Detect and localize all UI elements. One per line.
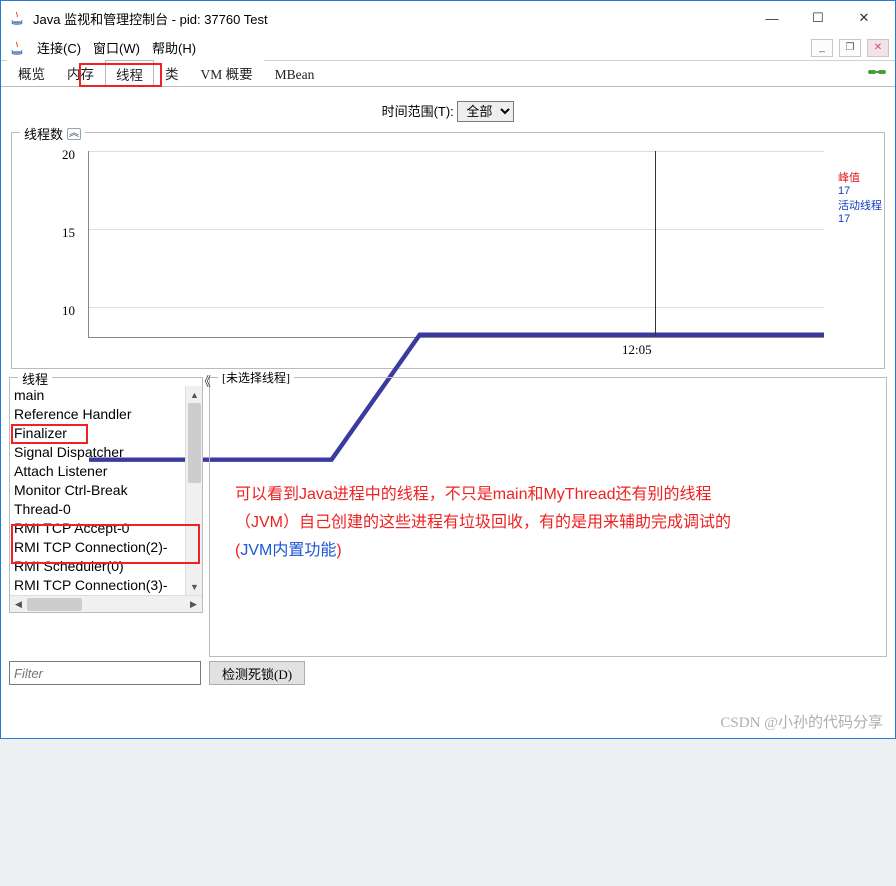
java-icon xyxy=(9,10,25,26)
collapse-left-icon[interactable]: 《 xyxy=(198,371,211,390)
list-item[interactable]: Attach Listener xyxy=(12,462,183,481)
list-item[interactable]: RMI TCP Connection(3)- xyxy=(12,576,183,595)
thread-count-panel: 线程数 ︽ 20 15 10 12:05 峰值 xyxy=(11,132,885,369)
horizontal-scrollbar[interactable]: ◀ ▶ xyxy=(10,595,202,612)
time-range-label: 时间范围(T): xyxy=(382,104,454,119)
menu-window[interactable]: 窗口(W) xyxy=(87,36,146,59)
window-title: Java 监视和管理控制台 - pid: 37760 Test xyxy=(33,9,749,28)
mdi-controls: _ ❐ ✕ xyxy=(811,39,889,57)
tab-mbeans[interactable]: MBean xyxy=(264,63,326,86)
time-range-row: 时间范围(T): 全部 xyxy=(9,101,887,122)
legend-peak-value: 17 xyxy=(838,185,882,197)
annotation-box xyxy=(79,63,162,87)
mdi-restore-button[interactable]: ❐ xyxy=(839,39,861,57)
mdi-close-button[interactable]: ✕ xyxy=(867,39,889,57)
ytick: 10 xyxy=(62,303,75,319)
watermark: CSDN @小孙的代码分享 xyxy=(720,711,883,732)
tab-overview[interactable]: 概览 xyxy=(7,59,56,86)
content-area: 时间范围(T): 全部 线程数 ︽ 20 15 10 xyxy=(1,87,895,693)
mdi-minimize-button[interactable]: _ xyxy=(811,39,833,57)
scroll-down-icon[interactable]: ▼ xyxy=(186,578,202,595)
menubar: 连接(C) 窗口(W) 帮助(H) _ ❐ ✕ xyxy=(1,35,895,61)
annotation-text: 可以看到Java进程中的线程，不只是main和MyThread还有别的线程 （J… xyxy=(235,481,875,565)
chart-plot-area[interactable] xyxy=(88,151,824,338)
close-button[interactable]: ✕ xyxy=(841,3,887,33)
chart-legend: 峰值 17 活动线程 17 xyxy=(838,169,882,225)
legend-peak-label: 峰值 xyxy=(838,169,882,185)
list-item[interactable]: Monitor Ctrl-Break xyxy=(12,481,183,500)
thread-chart: 20 15 10 12:05 峰值 17 活动线程 17 xyxy=(12,133,884,368)
window-controls: — ☐ ✕ xyxy=(749,3,887,33)
scroll-left-icon[interactable]: ◀ xyxy=(10,596,27,613)
menu-connect[interactable]: 连接(C) xyxy=(31,36,87,59)
annotation-box xyxy=(11,424,88,444)
jconsole-window: Java 监视和管理控制台 - pid: 37760 Test — ☐ ✕ 连接… xyxy=(0,0,896,739)
minimize-button[interactable]: — xyxy=(749,3,795,33)
annotation-box xyxy=(11,524,200,564)
scroll-thumb[interactable] xyxy=(27,598,82,611)
ytick: 15 xyxy=(62,225,75,241)
list-item[interactable]: Thread-0 xyxy=(12,500,183,519)
list-item[interactable]: Reference Handler xyxy=(12,405,183,424)
xtick: 12:05 xyxy=(622,342,652,358)
list-item[interactable]: Signal Dispatcher xyxy=(12,443,183,462)
legend-live-label: 活动线程 xyxy=(838,197,882,213)
list-item[interactable]: main xyxy=(12,386,183,405)
java-icon xyxy=(9,40,25,56)
titlebar: Java 监视和管理控制台 - pid: 37760 Test — ☐ ✕ xyxy=(1,1,895,35)
scroll-thumb[interactable] xyxy=(188,403,201,483)
ytick: 20 xyxy=(62,147,75,163)
time-range-select[interactable]: 全部 xyxy=(457,101,514,122)
thread-detail-legend: [未选择线程] xyxy=(218,369,294,386)
maximize-button[interactable]: ☐ xyxy=(795,3,841,33)
menu-help[interactable]: 帮助(H) xyxy=(146,36,202,59)
connection-status-icon xyxy=(867,65,887,79)
tab-vm[interactable]: VM 概要 xyxy=(190,59,264,86)
legend-live-value: 17 xyxy=(838,213,882,225)
thread-list-panel: 线程 main Reference Handler Finalizer Sign… xyxy=(9,377,203,613)
chart-cursor xyxy=(655,151,656,337)
scroll-right-icon[interactable]: ▶ xyxy=(185,596,202,613)
